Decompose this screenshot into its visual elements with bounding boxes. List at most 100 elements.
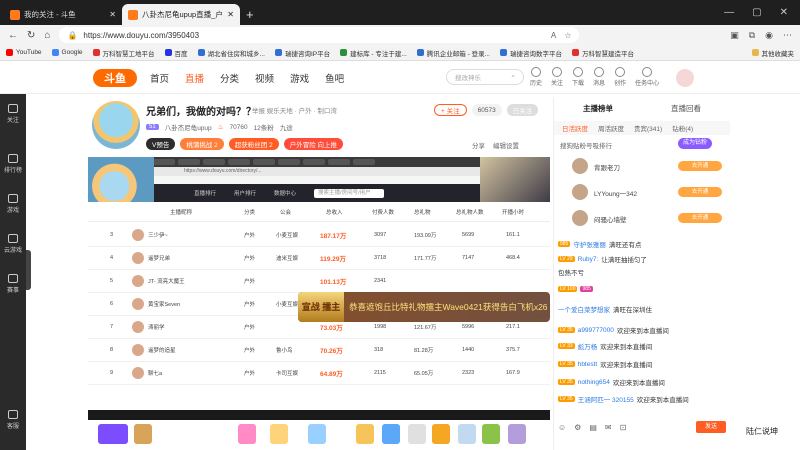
sidebar-item-support[interactable]: 客服: [0, 410, 26, 430]
nav-home[interactable]: 首页: [150, 71, 169, 85]
sidebar-collapse-handle[interactable]: [26, 250, 31, 290]
rank-avatar[interactable]: [572, 184, 588, 200]
nav-game[interactable]: 游戏: [290, 71, 309, 85]
tab-diamond-fans[interactable]: 钻粉(4): [672, 123, 693, 133]
open-noble-button[interactable]: 去开通: [678, 187, 722, 197]
streamer-avatar[interactable]: [92, 101, 140, 149]
open-noble-button[interactable]: 去开通: [678, 161, 722, 171]
bookmark-item[interactable]: 百度: [164, 48, 188, 58]
gift-icon[interactable]: [482, 424, 500, 444]
profile-icon[interactable]: ◉: [765, 30, 773, 41]
bookmarks-bar: YouTube Google 万科智慧工地平台 百度 湖北省住房和城乡... 瑞…: [0, 45, 800, 61]
tab-weekly-active[interactable]: 周活跃度: [598, 123, 624, 133]
tab-streamer-ranking[interactable]: 主播榜单: [554, 103, 642, 117]
refresh-icon[interactable]: ↻: [27, 30, 35, 41]
gift-icon[interactable]: [308, 424, 326, 444]
address-bar[interactable]: 🔒 https://www.douyu.com/3950403 A ☆: [59, 27, 580, 43]
gift-icon[interactable]: [382, 424, 400, 444]
maximize-icon[interactable]: ▢: [752, 7, 761, 18]
tab-vip[interactable]: 贵宾(341): [634, 123, 662, 133]
gift-icon[interactable]: [238, 424, 256, 444]
browser-tab-live[interactable]: 八卦杰尼龟upup直播_户外... ✕: [122, 4, 240, 25]
filter-icon[interactable]: ▤: [589, 423, 597, 432]
gift-icon[interactable]: [432, 424, 450, 444]
back-icon[interactable]: ←: [8, 30, 18, 41]
read-aloud-icon[interactable]: A: [551, 31, 556, 40]
nav-yuba[interactable]: 鱼吧: [325, 71, 344, 85]
history-button[interactable]: 历史: [530, 67, 542, 87]
search-icon[interactable]: ⌕: [511, 73, 515, 81]
tab-replay[interactable]: 直播回看: [642, 103, 730, 117]
gift-icon[interactable]: [408, 424, 426, 444]
streamer-meta: 51 八卦杰尼龟upup ♨ 70760 12条粉 九途: [146, 122, 293, 132]
rank-avatar[interactable]: [572, 158, 588, 174]
become-diamond-fan-button[interactable]: 成为钻粉: [678, 138, 713, 149]
sidebar-item-events[interactable]: 赛事: [0, 274, 26, 294]
badge-challenge[interactable]: 桃蒲挑战 2: [180, 138, 224, 150]
gift-icon[interactable]: [458, 424, 476, 444]
bookmark-item[interactable]: 腾讯企业邮箱 - 登录...: [416, 48, 490, 58]
badge-fans[interactable]: 超获粉丝团 2: [228, 138, 279, 150]
user-avatar[interactable]: [676, 69, 694, 87]
close-tab-icon[interactable]: ✕: [227, 10, 234, 19]
nav-category[interactable]: 分类: [220, 71, 239, 85]
bookmark-item[interactable]: 瑞捷咨询数字平台: [500, 48, 562, 58]
message-button[interactable]: 消息: [593, 67, 605, 87]
gift-message-icon[interactable]: ✉: [605, 423, 612, 432]
rank-avatar[interactable]: [572, 210, 588, 226]
nav-live[interactable]: 直播: [185, 71, 204, 85]
bookmark-item[interactable]: 万科智慧建造平台: [572, 48, 634, 58]
gift-icon[interactable]: [356, 424, 374, 444]
open-noble-button[interactable]: 去开通: [678, 213, 722, 223]
favorite-star-icon[interactable]: ☆: [564, 31, 571, 40]
site-search-input[interactable]: 搜改神乐 ⌕: [446, 69, 524, 85]
follow-streamer-button[interactable]: + 关注: [434, 104, 467, 116]
follow-button[interactable]: 关注: [551, 67, 563, 87]
sidebar-item-game[interactable]: 游戏: [0, 194, 26, 214]
badge-outdoor[interactable]: 户外冒险 向上推: [283, 138, 343, 150]
emoji-icon[interactable]: ☺: [558, 423, 566, 432]
bookmark-item[interactable]: 万科智慧工地平台: [92, 48, 155, 58]
bookmark-item[interactable]: 湖北省住房和城乡...: [197, 48, 265, 58]
tab-title: 我的关注 - 斗鱼: [24, 10, 76, 19]
other-bookmarks[interactable]: 其他收藏夹: [751, 48, 794, 58]
sidebar-item-ranking[interactable]: 排行榜: [0, 154, 26, 174]
gift-icon[interactable]: [270, 424, 288, 444]
streamer-name[interactable]: 八卦杰尼龟upup: [165, 122, 212, 132]
bookmark-item[interactable]: 建标库 - 专注于建...: [340, 48, 407, 58]
bookmark-item[interactable]: 瑞捷咨询IP平台: [274, 48, 330, 58]
share-button[interactable]: 分享: [472, 140, 485, 150]
bookmark-item[interactable]: YouTube: [6, 49, 42, 56]
sidebar-item-cloud-game[interactable]: 云游戏: [0, 234, 26, 254]
google-icon: [51, 49, 59, 56]
gift-icon[interactable]: [508, 424, 526, 444]
badge-preview[interactable]: V预告: [146, 138, 176, 150]
home-icon[interactable]: ⌂: [44, 30, 50, 41]
tab-daily-active[interactable]: 日活跃度: [562, 123, 588, 133]
create-button[interactable]: 创作: [614, 67, 626, 87]
followed-button[interactable]: 已关注: [506, 104, 539, 116]
gift-icon[interactable]: [134, 424, 152, 444]
edit-settings-button[interactable]: 编辑设置: [493, 140, 519, 150]
download-button[interactable]: 下载: [572, 67, 584, 87]
browser-tab-follow[interactable]: 我的关注 - 斗鱼 ✕: [4, 4, 122, 25]
chat-message-list[interactable]: 985 守护张雅丽 满旺还有点 LV 29 Ruby7: 让满旺抽插匀了 包熱不亏 LV…: [554, 237, 730, 417]
collections-icon[interactable]: ⧉: [749, 30, 755, 41]
pk-gift-icon[interactable]: [98, 424, 128, 444]
douyu-logo[interactable]: 斗鱼: [93, 69, 137, 87]
sidebar-item-follow[interactable]: 关注: [0, 104, 26, 124]
close-window-icon[interactable]: ✕: [780, 7, 788, 18]
lock-icon[interactable]: ⊡: [620, 423, 627, 432]
new-tab-button[interactable]: +: [240, 7, 260, 25]
nav-video[interactable]: 视频: [255, 71, 274, 85]
minimize-icon[interactable]: —: [724, 7, 734, 18]
room-category[interactable]: 举报 娱乐天地 · 户外 · 制口湾: [252, 105, 337, 115]
close-tab-icon[interactable]: ✕: [109, 10, 116, 19]
task-center-button[interactable]: 任务中心: [635, 67, 659, 87]
bookmark-item[interactable]: Google: [51, 49, 83, 56]
send-button[interactable]: 发送: [696, 421, 726, 433]
more-menu-icon[interactable]: ⋯: [783, 30, 792, 41]
video-player[interactable]: https://www.douyu.com/directory/... 直播排行…: [88, 157, 550, 420]
extension-icon[interactable]: ▣: [730, 30, 739, 41]
settings-icon[interactable]: ⚙: [574, 423, 581, 432]
